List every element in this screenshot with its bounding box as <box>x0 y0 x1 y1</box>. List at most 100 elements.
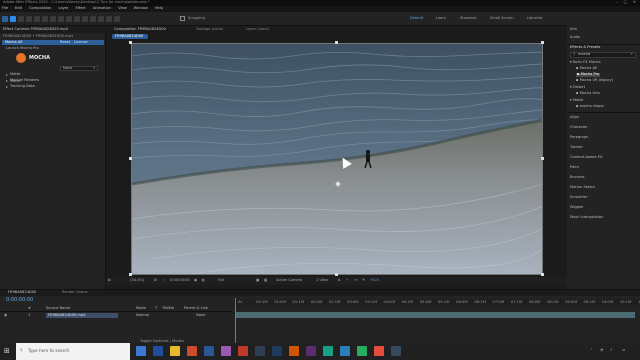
fast-preview-icon[interactable]: ⚡ <box>346 278 349 283</box>
workspace-libraries[interactable]: Libraries <box>527 16 543 21</box>
taskbar-app-icon[interactable] <box>170 346 180 356</box>
composition-tab[interactable]: Composition FR9BA0824D00 <box>114 27 166 32</box>
workspace-default[interactable]: Default <box>410 16 423 21</box>
taskbar-app-icon[interactable] <box>391 346 401 356</box>
transparency-grid-icon[interactable]: ▦ <box>264 278 267 283</box>
smoother-panel-tab[interactable]: Smoother <box>570 195 588 200</box>
menu-edit[interactable]: Edit <box>15 7 22 11</box>
timeline-comp-tab[interactable]: FR9BA0824D00 <box>8 290 36 295</box>
region-icon[interactable]: ▣ <box>256 278 259 283</box>
taskbar-app-icon[interactable] <box>323 346 333 356</box>
menu-animation[interactable]: Animation <box>93 7 111 11</box>
content-aware-fill-panel-tab[interactable]: Content-Aware Fill <box>570 155 603 160</box>
layer-tab[interactable]: Layer (none) <box>246 27 269 32</box>
resolution-select[interactable]: Full <box>218 278 224 283</box>
puppet-tool-icon[interactable] <box>114 16 120 22</box>
layer-row[interactable]: ◉ 1 FR9BA0824D00.mp4 Normal None <box>0 313 232 319</box>
menu-view[interactable]: View <box>118 7 127 11</box>
views-select[interactable]: 1 View <box>316 278 328 283</box>
taskbar-app-icon[interactable] <box>153 346 163 356</box>
module-renders-group[interactable]: Module Renders <box>6 78 39 83</box>
brushes-panel-tab[interactable]: Brushes <box>570 175 584 180</box>
home-icon[interactable] <box>2 16 8 22</box>
clone-stamp-tool-icon[interactable] <box>90 16 96 22</box>
notifications-icon[interactable]: ▭ <box>622 348 625 353</box>
clear-search-icon[interactable]: ✕ <box>630 52 633 57</box>
tree-item-mocha-ae[interactable]: ▪ Mocha AE <box>576 66 597 71</box>
tree-item-mocha-lens[interactable]: ▪ Mocha lens <box>576 91 600 96</box>
zoom-tool-icon[interactable] <box>26 16 32 22</box>
flowchart-icon[interactable]: ⊶ <box>354 278 358 283</box>
handle-middle-left[interactable] <box>129 157 132 160</box>
handle-bottom-left[interactable] <box>129 273 132 276</box>
workspace-small-screen[interactable]: Small Screen <box>490 16 513 21</box>
channel-icon[interactable]: ◐ <box>202 278 205 283</box>
menu-layer[interactable]: Layer <box>58 7 68 11</box>
tree-category-boris-fx-mocha[interactable]: ▾ Boris FX Mocha <box>570 60 601 65</box>
grid-icon[interactable]: ⊞ <box>154 278 157 283</box>
camera-select[interactable]: Active Camera <box>276 278 302 283</box>
launch-mocha-pro-label[interactable]: Launch Mocha Pro <box>6 46 39 51</box>
audio-panel-tab[interactable]: Audio <box>570 35 580 40</box>
pan-behind-tool-icon[interactable] <box>50 16 56 22</box>
effects-presets-title[interactable]: Effects & Presets <box>570 45 600 50</box>
paint-panel-tab[interactable]: Paint <box>570 165 579 170</box>
taskbar-app-icon[interactable] <box>136 346 146 356</box>
camera-tool-icon[interactable] <box>42 16 48 22</box>
taskbar-app-icon[interactable] <box>357 346 367 356</box>
windows-start-icon[interactable]: ⊞ <box>4 348 10 355</box>
taskbar-app-icon[interactable] <box>238 346 248 356</box>
menu-window[interactable]: Window <box>134 7 148 11</box>
align-panel-tab[interactable]: Align <box>570 115 579 120</box>
character-panel-tab[interactable]: Character <box>570 125 588 130</box>
handle-bottom-right[interactable] <box>541 273 544 276</box>
brush-tool-icon[interactable] <box>82 16 88 22</box>
taskbar-app-icon[interactable] <box>374 346 384 356</box>
type-tool-icon[interactable] <box>74 16 80 22</box>
eraser-tool-icon[interactable] <box>98 16 104 22</box>
wiggler-panel-tab[interactable]: Wiggler <box>570 205 584 210</box>
tracker-panel-tab[interactable]: Tracker <box>570 145 583 150</box>
handle-bottom-center[interactable] <box>335 273 338 276</box>
hand-tool-icon[interactable] <box>18 16 24 22</box>
shape-tool-icon[interactable] <box>58 16 64 22</box>
time-ruler[interactable]: 0s 00:15f 01:00f 01:15f 02:00f 02:15f 03:00f 03… <box>234 299 640 307</box>
snapping-checkbox[interactable] <box>180 16 185 21</box>
exposure-icon[interactable]: ☀ <box>362 278 365 283</box>
menu-help[interactable]: Help <box>155 7 163 11</box>
handle-top-center[interactable] <box>335 41 338 44</box>
effect-controls-tab[interactable]: Effect Controls FR9BA0824D00.mp4 <box>3 27 68 32</box>
tree-item-mocha-pro[interactable]: ▪ Mocha Pro <box>576 72 601 77</box>
exposure-value[interactable]: +0.0 <box>370 278 379 283</box>
zoom-select[interactable]: (34.4%) <box>130 278 144 283</box>
layer-name-field[interactable]: FR9BA0824D00.mp4 <box>46 313 118 318</box>
layer-mode-select[interactable]: Normal <box>136 313 149 318</box>
taskbar-app-icon[interactable] <box>272 346 282 356</box>
taskbar-app-icon[interactable] <box>289 346 299 356</box>
pen-tool-icon[interactable] <box>66 16 72 22</box>
taskbar-app-icon[interactable] <box>255 346 265 356</box>
menu-effect[interactable]: Effect <box>75 7 85 11</box>
matte-group[interactable]: Matte <box>6 72 20 77</box>
effects-search-input[interactable]: ⚲ mocha ✕ <box>570 52 636 58</box>
tracking-data-group[interactable]: Tracking Data <box>6 84 35 89</box>
pixel-aspect-icon[interactable]: ⧈ <box>338 278 340 283</box>
layer-parent-select[interactable]: None <box>196 313 205 318</box>
tree-item-mocha-vr[interactable]: ▪ Mocha VR (legacy) <box>576 78 613 83</box>
mask-interpolation-panel-tab[interactable]: Mask Interpolation <box>570 215 603 220</box>
rotate-tool-icon[interactable] <box>34 16 40 22</box>
handle-top-left[interactable] <box>129 41 132 44</box>
roto-brush-tool-icon[interactable] <box>106 16 112 22</box>
system-tray-icon[interactable]: ⌃ <box>590 348 593 353</box>
taskbar-search-input[interactable]: ⚲ Type here to search <box>16 343 130 360</box>
menu-composition[interactable]: Composition <box>29 7 51 11</box>
close-icon[interactable]: ✕ <box>633 0 636 5</box>
handle-top-right[interactable] <box>541 41 544 44</box>
paragraph-panel-tab[interactable]: Paragraph <box>570 135 588 140</box>
layer-duration-bar[interactable] <box>235 312 635 318</box>
comp-subtab[interactable]: FR9BA0824D00 <box>112 34 148 39</box>
render-queue-tab[interactable]: Render Queue <box>62 290 88 295</box>
current-time[interactable]: 0:00:00:00 <box>170 278 190 283</box>
network-icon[interactable]: ◔ <box>600 348 603 353</box>
volume-icon[interactable]: ♪ <box>610 348 612 353</box>
